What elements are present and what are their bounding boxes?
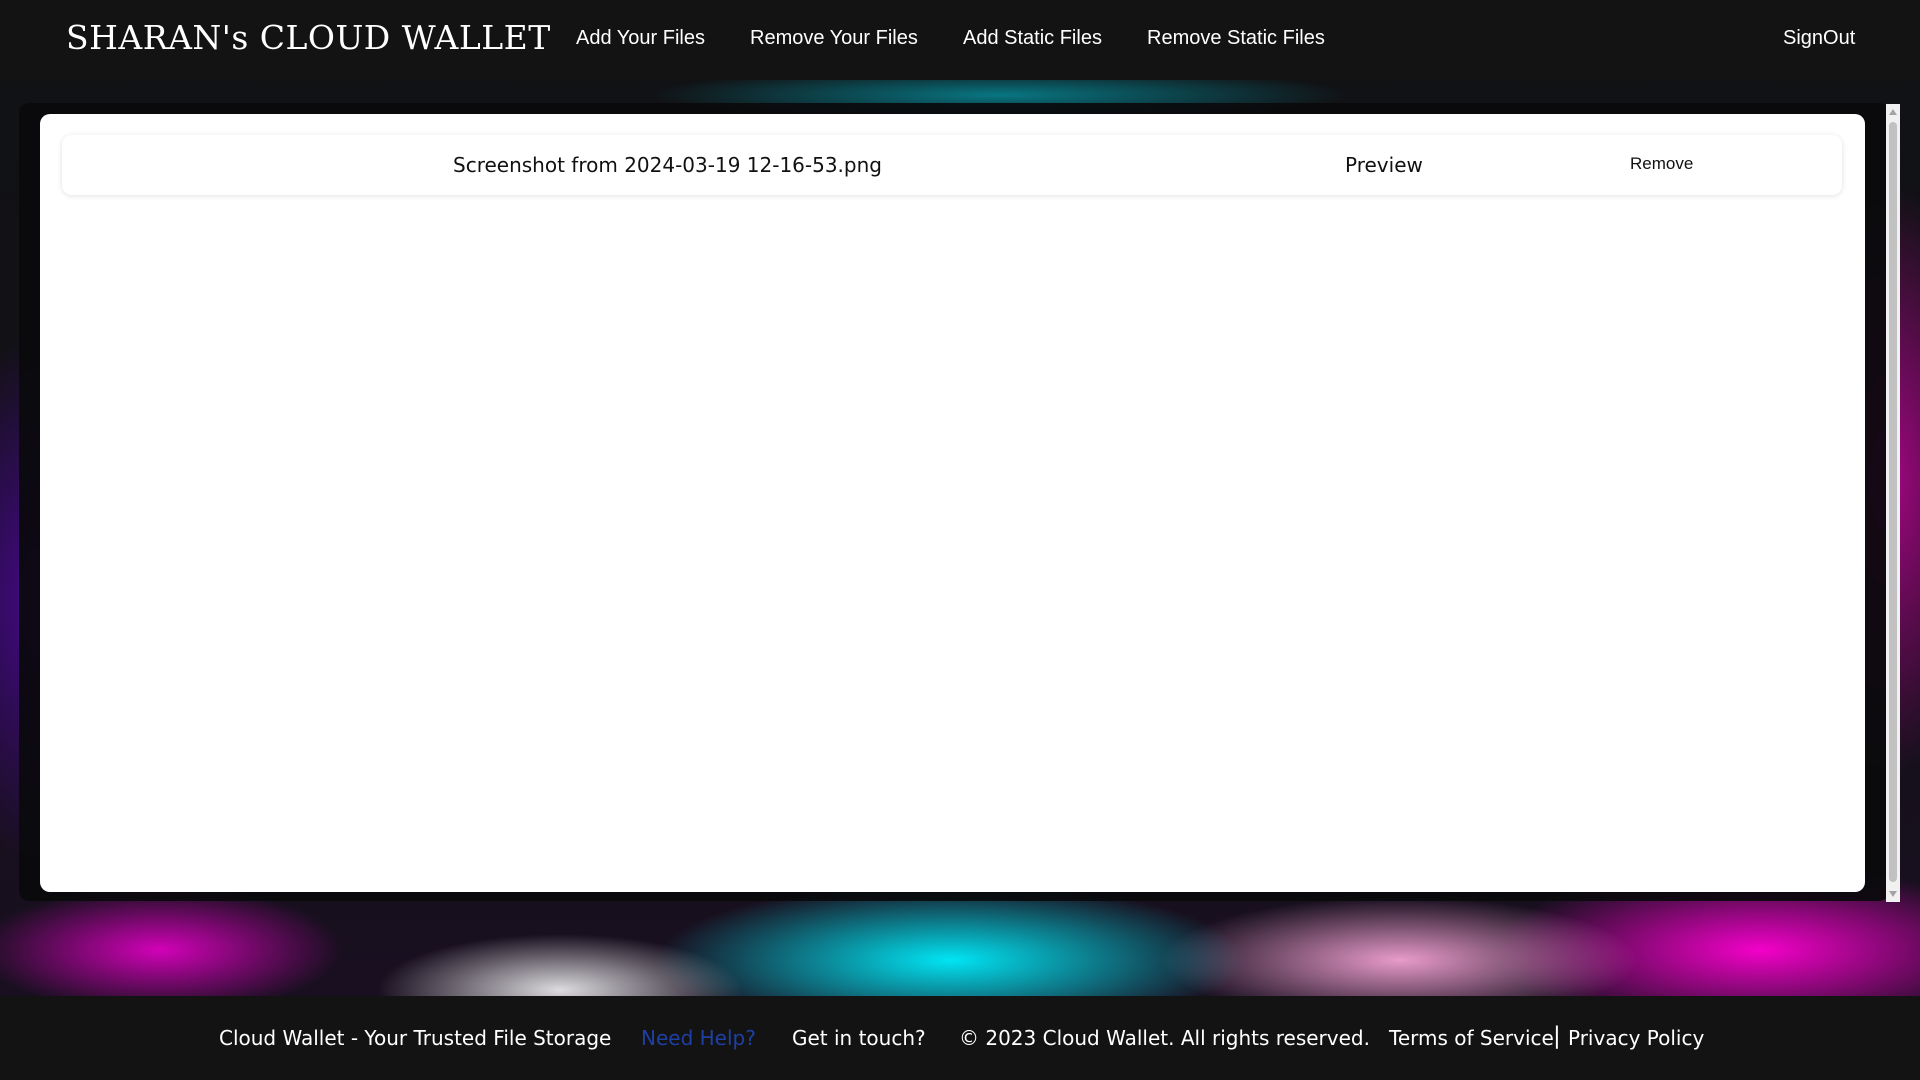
nav-remove-static-files[interactable]: Remove Static Files [1147, 27, 1325, 50]
nav-remove-your-files[interactable]: Remove Your Files [750, 27, 918, 50]
copyright-text: © 2023 Cloud Wallet. All rights reserved… [959, 1026, 1370, 1050]
preview-link[interactable]: Preview [1345, 153, 1423, 177]
need-help-link[interactable]: Need Help? [641, 1026, 756, 1050]
file-list-card: Screenshot from 2024-03-19 12-16-53.png … [40, 114, 1865, 892]
signout-link[interactable]: SignOut [1783, 27, 1855, 50]
scroll-thumb[interactable] [1889, 122, 1897, 882]
scroll-up-icon[interactable] [1889, 109, 1897, 115]
file-name: Screenshot from 2024-03-19 12-16-53.png [453, 153, 882, 177]
scroll-down-icon[interactable] [1889, 891, 1897, 897]
nav-add-your-files[interactable]: Add Your Files [576, 27, 705, 50]
nav-add-static-files[interactable]: Add Static Files [963, 27, 1102, 50]
top-navbar: SHARAN's CLOUD WALLET Add Your Files Rem… [0, 0, 1920, 80]
footer-separator: | [1553, 1023, 1561, 1049]
vertical-scrollbar[interactable] [1886, 104, 1900, 902]
footer: Cloud Wallet - Your Trusted File Storage… [0, 996, 1920, 1080]
footer-tagline: Cloud Wallet - Your Trusted File Storage [219, 1026, 612, 1050]
privacy-policy-link[interactable]: Privacy Policy [1568, 1026, 1704, 1050]
brand-logo[interactable]: SHARAN's CLOUD WALLET [66, 18, 551, 57]
terms-of-service-link[interactable]: Terms of Service [1389, 1026, 1554, 1050]
get-in-touch-link[interactable]: Get in touch? [792, 1026, 926, 1050]
remove-button[interactable]: Remove [1630, 154, 1693, 174]
file-row: Screenshot from 2024-03-19 12-16-53.png … [62, 135, 1842, 195]
